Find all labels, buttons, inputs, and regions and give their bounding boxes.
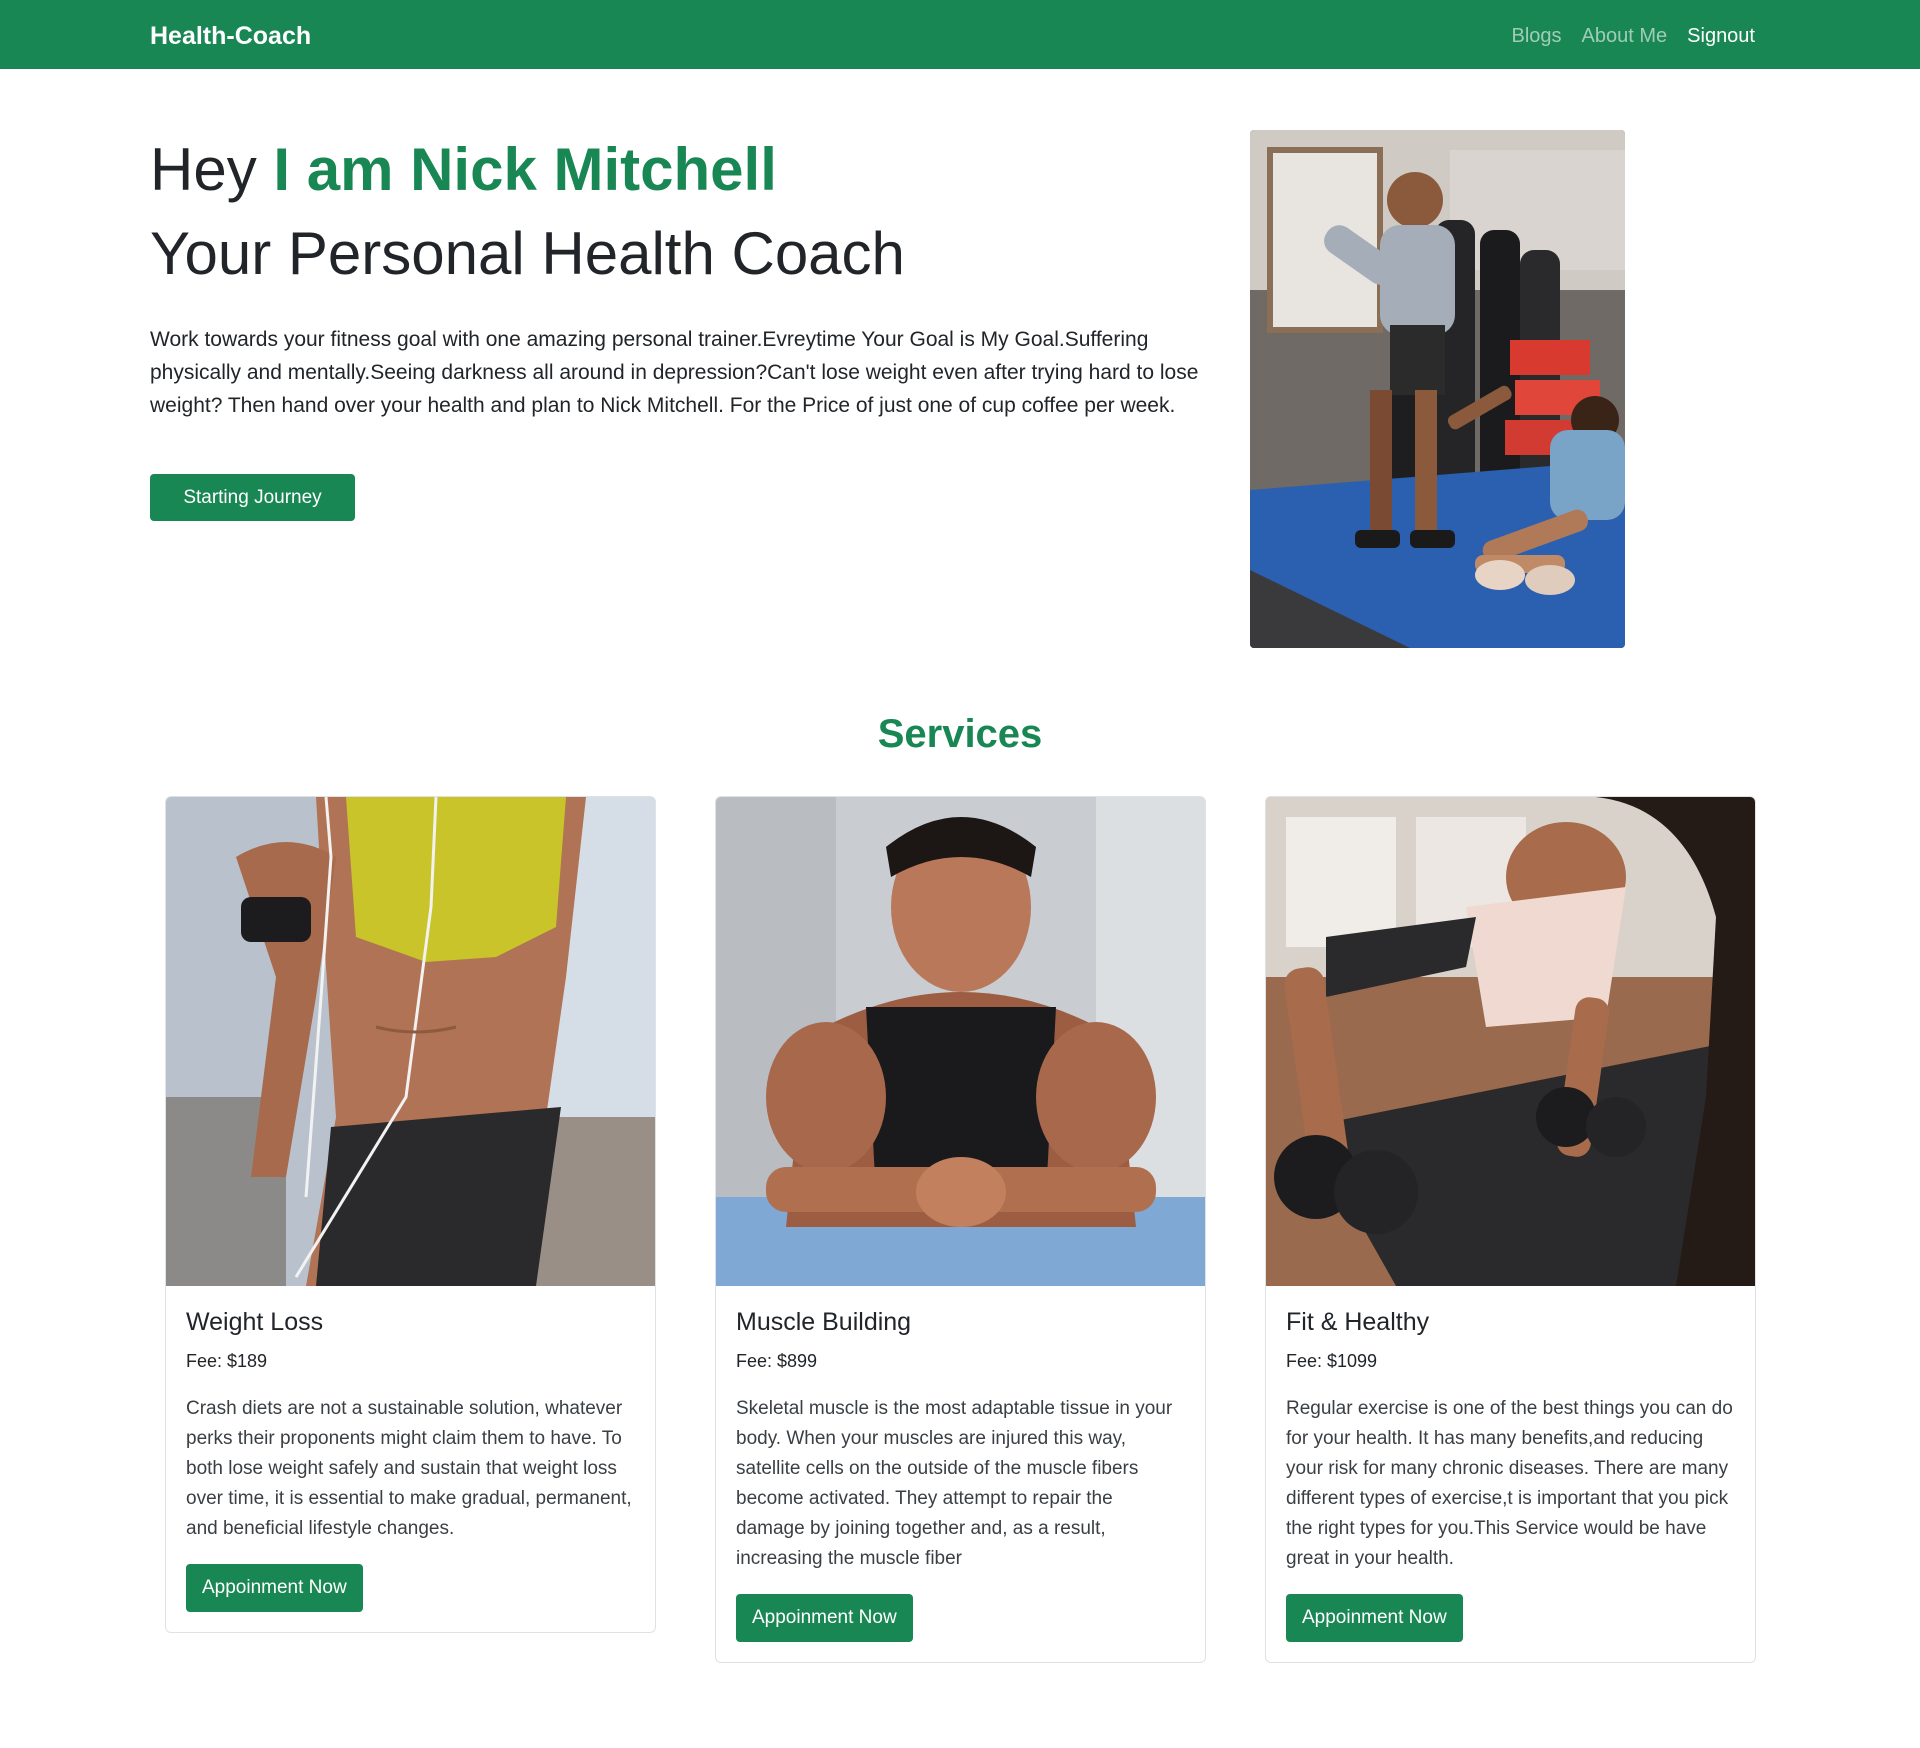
hero-greeting: Hey: [150, 136, 274, 203]
card-text: Skeletal muscle is the most adaptable ti…: [736, 1398, 1173, 1569]
starting-journey-button[interactable]: Starting Journey: [150, 474, 355, 521]
service-card-weight-loss: Weight Loss Fee: $189 Crash diets are no…: [165, 796, 656, 1633]
nav-link-signout[interactable]: Signout: [1687, 22, 1755, 50]
hero-description: Work towards your fitness goal with one …: [150, 328, 1199, 417]
card-body: Fit & Healthy Fee: $1099 Regular exercis…: [1266, 1286, 1755, 1662]
nav-link-about-me[interactable]: About Me: [1582, 22, 1668, 50]
card-title: Weight Loss: [186, 1308, 324, 1336]
brand-logo[interactable]: Health-Coach: [150, 20, 311, 52]
card-body: Muscle Building Fee: $899 Skeletal muscl…: [716, 1286, 1205, 1662]
card-body: Weight Loss Fee: $189 Crash diets are no…: [166, 1286, 655, 1632]
appointment-button[interactable]: Appoinment Now: [736, 1594, 913, 1642]
hero-subtitle: Your Personal Health Coach: [150, 220, 905, 287]
nav-link-blogs[interactable]: Blogs: [1512, 22, 1562, 50]
services-title: Services: [877, 712, 1043, 756]
appointment-button[interactable]: Appoinment Now: [186, 1564, 363, 1612]
card-title: Fit & Healthy: [1286, 1308, 1430, 1336]
hero-heading: Hey I am Nick Mitchell: [150, 134, 777, 206]
card-title: Muscle Building: [736, 1308, 912, 1336]
card-fee: Fee: $899: [736, 1351, 818, 1371]
weight-loss-photo: [166, 797, 655, 1286]
appointment-button[interactable]: Appoinment Now: [1286, 1594, 1463, 1642]
hero-trainer-photo: [1250, 130, 1625, 648]
card-text: Regular exercise is one of the best thin…: [1286, 1398, 1733, 1569]
hero-name: I am Nick Mitchell: [273, 136, 777, 203]
nav-links: Blogs About Me Signout: [1512, 22, 1755, 50]
navbar: Health-Coach Blogs About Me Signout: [0, 0, 1920, 69]
card-text: Crash diets are not a sustainable soluti…: [186, 1398, 632, 1539]
fit-healthy-photo: [1266, 797, 1755, 1286]
service-card-fit-healthy: Fit & Healthy Fee: $1099 Regular exercis…: [1265, 796, 1756, 1663]
card-fee: Fee: $189: [186, 1351, 268, 1371]
card-fee: Fee: $1099: [1286, 1351, 1378, 1371]
muscle-building-photo: [716, 797, 1205, 1286]
service-card-muscle-building: Muscle Building Fee: $899 Skeletal muscl…: [715, 796, 1206, 1663]
